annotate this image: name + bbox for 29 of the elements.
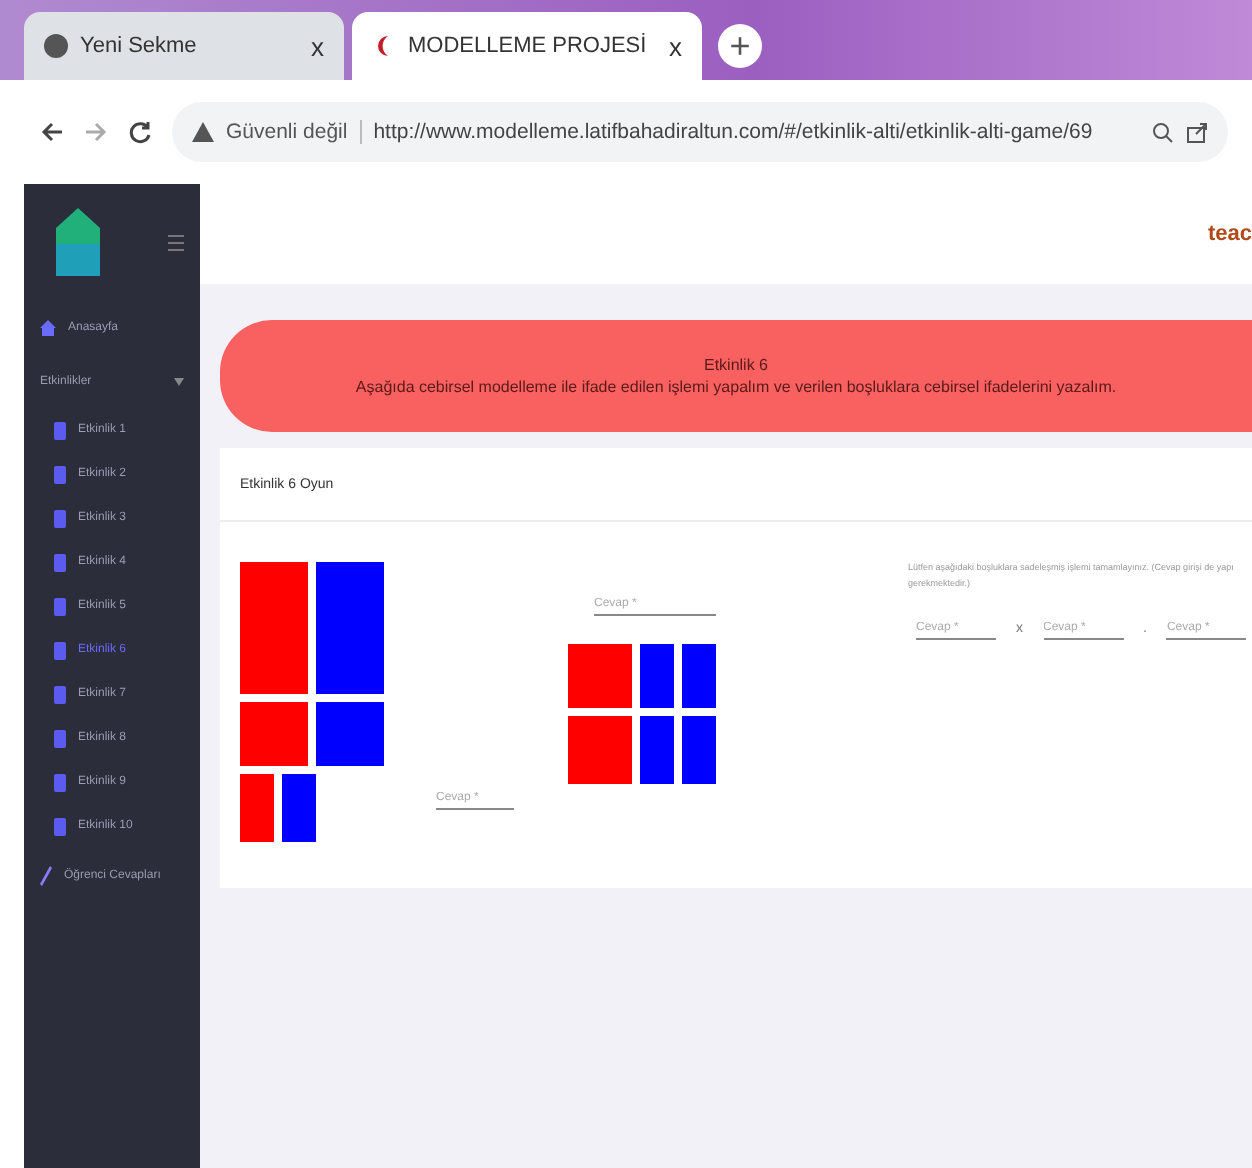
document-icon [54, 773, 66, 791]
user-name[interactable]: teac [1207, 222, 1252, 246]
document-icon [54, 553, 66, 571]
document-icon [54, 817, 66, 835]
warning-icon [192, 122, 214, 142]
document-icon [54, 465, 66, 483]
document-icon [54, 729, 66, 747]
document-icon [54, 641, 66, 659]
share-icon[interactable] [1186, 121, 1208, 143]
new-tab-button[interactable]: + [718, 24, 762, 68]
banner-title: Etkinlik 6 [703, 356, 768, 374]
document-icon [54, 597, 66, 615]
url-text: http://www.modelleme.latifbahadiraltun.com/#/etkinlik-alti/etkinlik-alti-game/69 [359, 120, 1093, 144]
browser-tab[interactable]: MODELLEME PROJESİ x [352, 12, 702, 80]
address-bar[interactable]: Güvenli değil http://www.modelleme.latifbahadiraltun.com/#/etkinlik-alti/etkinlik-alti-game/69 [172, 102, 1228, 162]
pencil-icon [40, 865, 52, 885]
logo-icon [56, 208, 100, 276]
banner-text: Aşağıda cebirsel modelleme ile ifade edilen işlemi yapalım ve verilen boşluklara cebirsel ifadelerini yazalım. [355, 378, 1117, 396]
reload-icon[interactable] [128, 120, 152, 144]
home-icon [40, 319, 56, 335]
document-icon [54, 509, 66, 527]
document-icon [54, 421, 66, 439]
menu-icon[interactable] [168, 233, 184, 251]
security-label: Güvenli değil [226, 120, 348, 144]
browser-tab[interactable]: Yeni Sekme x [24, 12, 344, 80]
zoom-icon[interactable] [1152, 121, 1174, 143]
algebra-tiles-drawing [240, 774, 316, 842]
back-icon[interactable] [40, 120, 64, 144]
document-icon [54, 685, 66, 703]
